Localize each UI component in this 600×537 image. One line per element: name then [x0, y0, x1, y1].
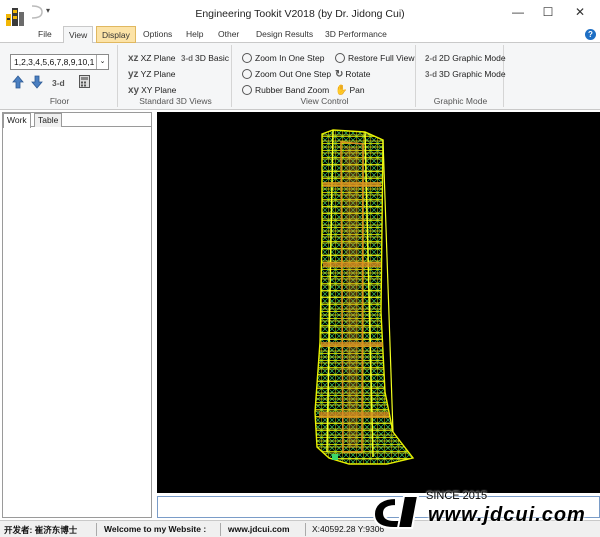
3d-graphic-mode-label: 3D Graphic Mode [439, 69, 506, 79]
menu-bar: File View Display Options Help Other Des… [0, 26, 600, 44]
yz-plane-button[interactable]: yz YZ Plane [128, 67, 176, 81]
xz-plane-button[interactable]: xz XZ Plane [128, 51, 176, 65]
rubber-band-zoom-icon [242, 85, 252, 95]
restore-full-view-label: Restore Full View [348, 53, 415, 63]
view-control-group: Zoom In One Step Zoom Out One Step Rubbe… [234, 45, 416, 107]
3d-basic-button[interactable]: 3-d 3D Basic [181, 51, 229, 65]
left-panel: Work Table [2, 112, 152, 518]
menu-view[interactable]: View [63, 26, 94, 44]
graphic-mode-label: Graphic Mode [433, 96, 488, 106]
jd-logo-icon [372, 495, 420, 529]
left-panel-tabs: Work Table [3, 113, 151, 128]
ribbon: 1,2,3,4,5,6,7,8,9,10,1 ⌄ 3-d Floor xz XZ … [0, 43, 600, 110]
chevron-down-icon[interactable]: ⌄ [96, 55, 108, 69]
title-bar: ▾ Engineering Tookit V2018 (by Dr. Jidon… [0, 0, 600, 30]
yz-plane-label: YZ Plane [140, 69, 176, 79]
xy-plane-button[interactable]: xy XY Plane [128, 83, 176, 97]
restore-view-icon [335, 53, 345, 63]
standard-3d-views-label: Standard 3D Views [139, 96, 212, 106]
zoom-in-label: Zoom In One Step [255, 53, 325, 63]
watermark-site: www.jdcui.com [428, 504, 586, 526]
3d-mode-icon: 3-d [425, 70, 437, 79]
3d-basic-label: 3D Basic [195, 53, 230, 63]
xz-plane-label: XZ Plane [140, 53, 176, 63]
standard-3d-views-group: xz XZ Plane yz YZ Plane xy XY Plane 3-d 3D B… [120, 45, 232, 107]
maximize-button[interactable]: ☐ [533, 2, 563, 22]
status-separator [96, 523, 97, 536]
graphic-mode-group: 2-d 2D Graphic Mode 3-d 3D Graphic Mode Gr… [418, 45, 506, 107]
rotate-label: Rotate [345, 69, 371, 79]
rotate-icon: ↻ [335, 69, 344, 80]
watermark: SINCE 2015 www.jdcui.com [370, 486, 600, 536]
floor-select[interactable]: 1,2,3,4,5,6,7,8,9,10,1 ⌄ [10, 54, 109, 70]
3d-basic-icon: 3-d [181, 54, 193, 63]
floor-3d-button[interactable]: 3-d [52, 76, 65, 90]
pan-button[interactable]: ✋ Pan [335, 83, 365, 97]
pan-label: Pan [349, 85, 365, 95]
rotate-button[interactable]: ↻ Rotate [335, 67, 370, 81]
floor-select-value: 1,2,3,4,5,6,7,8,9,10,1 [14, 57, 95, 67]
menu-other[interactable]: Other [213, 26, 244, 43]
status-separator [220, 523, 221, 536]
menu-3d-performance[interactable]: 3D Performance [320, 26, 392, 43]
status-separator [305, 523, 306, 536]
2d-mode-icon: 2-d [425, 54, 437, 63]
floor-up-icon[interactable] [12, 75, 24, 89]
floor-down-icon[interactable] [31, 75, 43, 89]
xz-plane-icon: xz [128, 53, 139, 64]
rubber-band-zoom-label: Rubber Band Zoom [255, 85, 330, 95]
zoom-out-label: Zoom Out One Step [255, 69, 332, 79]
menu-display[interactable]: Display [96, 26, 136, 43]
zoom-out-icon [242, 69, 252, 79]
xy-plane-label: XY Plane [141, 85, 177, 95]
watermark-since: SINCE 2015 [426, 490, 488, 502]
close-button[interactable]: ✕ [565, 2, 595, 22]
floor-group-label: Floor [49, 96, 70, 106]
menu-help[interactable]: Help [181, 26, 208, 43]
3d-graphic-mode-button[interactable]: 3-d 3D Graphic Mode [425, 67, 506, 81]
zoom-in-button[interactable]: Zoom In One Step [242, 51, 324, 65]
status-developer: 开发者: 崔济东博士 [4, 525, 78, 535]
tab-table[interactable]: Table [34, 113, 63, 127]
minimize-button[interactable]: — [503, 2, 533, 22]
2d-graphic-mode-label: 2D Graphic Mode [439, 53, 506, 63]
building-model [314, 129, 415, 465]
zoom-in-icon [242, 53, 252, 63]
status-website-link[interactable]: www.jdcui.com [228, 524, 290, 534]
menu-file[interactable]: File [33, 26, 57, 43]
tab-work[interactable]: Work [3, 113, 31, 128]
3d-viewport[interactable] [157, 112, 600, 493]
menu-options[interactable]: Options [138, 26, 177, 43]
status-welcome: Welcome to my Website : [104, 524, 207, 534]
help-icon[interactable]: ? [585, 29, 596, 40]
restore-full-view-button[interactable]: Restore Full View [335, 51, 414, 65]
calculator-icon[interactable] [79, 75, 90, 88]
rubber-band-zoom-button[interactable]: Rubber Band Zoom [242, 83, 329, 97]
menu-design-results[interactable]: Design Results [251, 26, 318, 43]
zoom-out-button[interactable]: Zoom Out One Step [242, 67, 331, 81]
2d-graphic-mode-button[interactable]: 2-d 2D Graphic Mode [425, 51, 506, 65]
yz-plane-icon: yz [128, 69, 139, 80]
floor-group: 1,2,3,4,5,6,7,8,9,10,1 ⌄ 3-d Floor [2, 45, 118, 107]
view-control-label: View Control [300, 96, 349, 106]
